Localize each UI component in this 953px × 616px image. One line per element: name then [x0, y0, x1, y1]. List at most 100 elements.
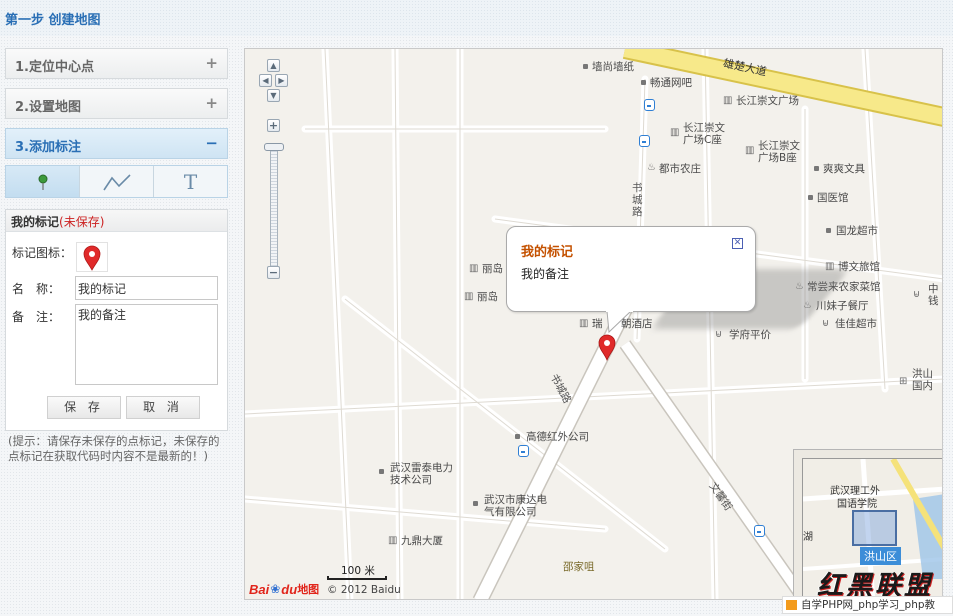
- info-window-body: 我的备注: [521, 267, 570, 281]
- logo-text: 地图: [297, 583, 320, 596]
- collapse-icon[interactable]: −: [205, 134, 218, 152]
- bus-stop-icon: [639, 135, 650, 147]
- watermark-bar: 自学PHP网_php学习_php教: [782, 596, 953, 614]
- poi-label: 丽岛: [477, 291, 498, 303]
- poi-label: 武汉市康达电气有限公司: [484, 494, 547, 518]
- poi-label: 钱: [928, 295, 939, 307]
- info-window-pointer: [606, 310, 633, 334]
- map-canvas[interactable]: 雄楚大道 书城路 书城路 文馨街 墙尚墙纸 畅通网吧 ▥ 长江崇文广场 ▥ 长江…: [244, 48, 943, 600]
- pan-down-button[interactable]: ▼: [267, 89, 280, 102]
- polyline-icon: [102, 173, 131, 190]
- map-scale: 100 米: [327, 562, 387, 582]
- poi-label: 高德红外公司: [526, 431, 589, 443]
- district-badge: 洪山区: [860, 547, 901, 565]
- building-icon: ▥: [579, 318, 589, 329]
- php-icon: [786, 600, 797, 610]
- shop-icon: ⊌: [715, 329, 723, 340]
- poi-marker: [515, 434, 520, 439]
- poi-marker: [379, 469, 384, 474]
- road-label-shucheng: 书城路: [632, 182, 643, 218]
- marker-icon-picker[interactable]: [76, 242, 108, 272]
- poi-marker: [641, 80, 646, 85]
- map-navigation-control: ▲ ◀ ▶ ▼ + −: [259, 59, 288, 289]
- bus-stop-icon: [754, 525, 765, 537]
- poi-marker: [826, 228, 831, 233]
- step-add-marker[interactable]: 3.添加标注 −: [5, 128, 228, 159]
- scale-bar: [327, 576, 387, 580]
- marker-name-input[interactable]: [75, 276, 218, 300]
- baidu-logo: Bai ❀ du 地图: [249, 581, 319, 597]
- poi-marker: [583, 64, 588, 69]
- save-hint-text: (提示：请保存未保存的点标记，未保存的点标记在获取代码时内容不是最新的！): [8, 434, 220, 463]
- marker-editor-panel: 我的标记(未保存) 标记图标： 名 称： 备 注： 我的备注 保 存 取 消: [5, 209, 228, 431]
- info-window-title: 我的标记: [521, 245, 574, 260]
- bus-stop-icon: [518, 445, 529, 457]
- pan-right-button[interactable]: ▶: [275, 74, 288, 87]
- hospital-icon: ⊞: [899, 376, 908, 387]
- poi-label: 长江崇文广场C座: [683, 122, 725, 146]
- building-icon: ▥: [745, 145, 755, 156]
- poi-label: 墙尚墙纸: [592, 61, 634, 73]
- poi-label: 畅通网吧: [650, 77, 692, 89]
- bus-stop-icon: [644, 99, 655, 111]
- building-icon: ▥: [670, 127, 680, 138]
- pin-icon: [38, 174, 47, 190]
- page-title: 第一步 创建地图: [5, 13, 101, 28]
- expand-icon[interactable]: +: [205, 54, 218, 72]
- building-icon: ▥: [469, 263, 479, 274]
- marker-panel-header: 我的标记(未保存): [6, 210, 227, 232]
- building-icon: ▥: [464, 291, 474, 302]
- step-locate-center[interactable]: 1.定位中心点 +: [5, 48, 228, 79]
- poi-label: 都市农庄: [659, 163, 701, 175]
- step-label: 1.定位中心点: [15, 60, 94, 75]
- text-icon: T: [183, 169, 198, 194]
- pan-left-button[interactable]: ◀: [259, 74, 272, 87]
- poi-label: 国医馆: [817, 192, 849, 204]
- step-map-settings[interactable]: 2.设置地图 +: [5, 88, 228, 119]
- marker-info-window: 我的标记 我的备注 ✕: [506, 226, 756, 312]
- shop-icon: ⊌: [822, 318, 830, 329]
- poi-label: 长江崇文广场B座: [758, 140, 800, 164]
- watermark-bar-text: 自学PHP网_php学习_php教: [801, 599, 936, 611]
- logo-text: du: [281, 581, 298, 597]
- poi-marker: [808, 195, 813, 200]
- restaurant-icon: ♨: [647, 162, 656, 173]
- marker-tool-tabs: T: [5, 165, 228, 198]
- paw-icon: ❀: [270, 582, 281, 596]
- poi-label: 佳佳超市: [835, 318, 877, 330]
- name-field-label: 名 称：: [12, 282, 61, 296]
- overview-label: 武汉理工外: [830, 486, 880, 497]
- icon-field-label: 标记图标：: [12, 246, 73, 260]
- close-icon[interactable]: ✕: [732, 238, 743, 249]
- marker-note-input[interactable]: 我的备注: [75, 304, 218, 385]
- poi-label: 国龙超市: [836, 225, 878, 237]
- zoom-out-button[interactable]: −: [267, 266, 280, 279]
- cancel-button[interactable]: 取 消: [126, 396, 200, 419]
- poi-label: 川妹子餐厅: [816, 300, 869, 312]
- overview-viewport[interactable]: [852, 510, 897, 546]
- tool-point-marker[interactable]: [6, 166, 80, 197]
- step-label: 2.设置地图: [15, 100, 81, 115]
- poi-marker: [473, 501, 478, 506]
- marker-panel-title: 我的标记: [11, 215, 60, 229]
- building-icon: ▥: [388, 535, 398, 546]
- note-field-label: 备 注：: [12, 310, 61, 324]
- poi-label: 洪山: [912, 368, 933, 380]
- zoom-in-button[interactable]: +: [267, 119, 280, 132]
- zoom-slider-track[interactable]: [270, 145, 278, 271]
- shop-icon: ⊌: [913, 289, 921, 300]
- step-label: 3.添加标注: [15, 140, 81, 155]
- map-pin-icon: [83, 245, 101, 271]
- zoom-slider-handle[interactable]: [264, 143, 284, 151]
- poi-label: 中: [928, 283, 939, 295]
- pan-up-button[interactable]: ▲: [267, 59, 280, 72]
- poi-label: 学府平价: [729, 329, 771, 341]
- save-button[interactable]: 保 存: [47, 396, 121, 419]
- expand-icon[interactable]: +: [205, 94, 218, 112]
- poi-label: 邵家咀: [563, 561, 595, 573]
- tool-polyline[interactable]: [80, 166, 154, 197]
- page-header: 第一步 创建地图: [0, 0, 953, 36]
- unsaved-status: (未保存): [59, 215, 105, 229]
- tool-text[interactable]: T: [154, 166, 227, 197]
- map-marker-pin-icon[interactable]: [596, 333, 618, 361]
